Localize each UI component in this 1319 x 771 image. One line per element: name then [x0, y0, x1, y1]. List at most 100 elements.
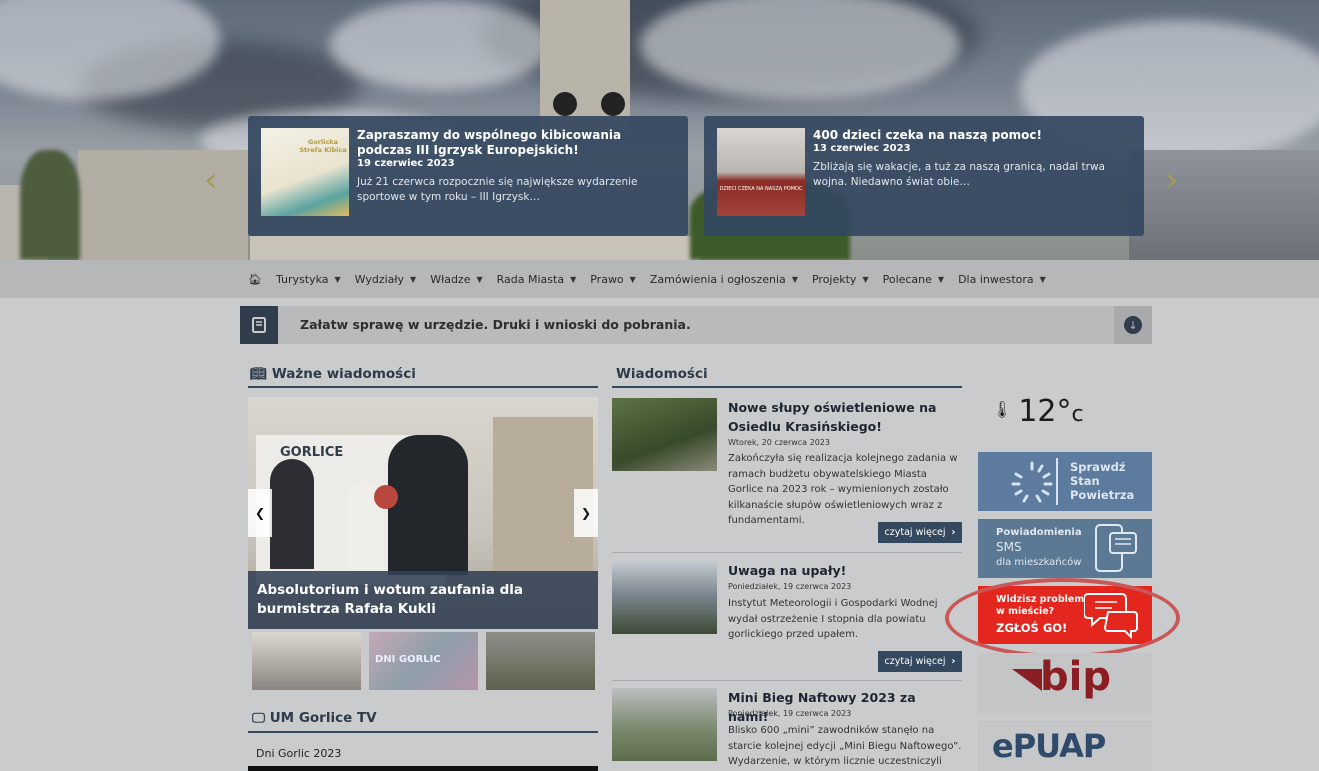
news-item[interactable]: Nowe słupy oświetleniowe na Osiedlu Kras…: [612, 398, 962, 546]
chevron-down-icon: ▼: [937, 274, 945, 284]
banner-text: GORLICE: [280, 445, 344, 460]
important-news-heading-text: Ważne wiadomości: [271, 366, 416, 382]
temperature-unit: c: [1071, 402, 1084, 427]
slider-thumbnail[interactable]: DNI GORLIC: [369, 632, 478, 690]
nav-item-zamowienia[interactable]: Zamówienia i ogłoszenia ▼: [650, 273, 798, 286]
book-icon: 📖︎: [250, 366, 268, 382]
nav-item-wladze[interactable]: Władze ▼: [430, 273, 482, 286]
epuap-logo-text: ePUAP: [992, 727, 1106, 765]
air-quality-banner[interactable]: Sprawdź Stan Powietrza: [978, 452, 1152, 511]
sms-label-2: SMS: [996, 540, 1022, 554]
nav-item-projekty[interactable]: Projekty ▼: [812, 273, 869, 286]
read-more-label: czytaj więcej: [884, 656, 946, 667]
download-forms-bar[interactable]: Załatw sprawę w urzędzie. Druki i wniosk…: [240, 306, 1152, 344]
nav-item-dla-inwestora[interactable]: Dla inwestora ▼: [958, 273, 1046, 286]
epuap-banner[interactable]: ePUAP: [978, 721, 1152, 771]
tv-heading: 🖵︎ UM Gorlice TV: [252, 710, 377, 726]
highlight-circle: [945, 578, 1180, 658]
news-item[interactable]: Mini Bieg Naftowy 2023 za nami! Poniedzi…: [612, 688, 962, 771]
book-icon: [240, 306, 278, 344]
news-excerpt: Instytut Meteorologii i Gospodarki Wodne…: [728, 598, 938, 640]
news-title[interactable]: Mini Bieg Naftowy 2023 za nami!: [728, 688, 960, 726]
slider-next-button[interactable]: ❯: [574, 489, 598, 537]
divider: [1056, 458, 1058, 505]
read-more-button[interactable]: czytaj więcej ›: [878, 522, 962, 543]
home-icon[interactable]: 🏠︎: [248, 273, 262, 286]
tv-icon: 🖵︎: [252, 710, 266, 726]
nav-item-polecane[interactable]: Polecane ▼: [883, 273, 944, 286]
nav-item-label: Dla inwestora: [958, 272, 1034, 286]
flowers: [374, 485, 398, 509]
weather-widget: 🌡︎ 12° c: [992, 394, 1084, 429]
person: [270, 459, 314, 569]
slide-thumbnail-title: DZIECI CZEKA NA NASZĄ POMOC: [719, 186, 803, 192]
hero-slider: ‹ › Gorlicka Strefa Kibica Zapraszamy do…: [0, 0, 1319, 260]
next-arrow-icon[interactable]: ›: [1165, 160, 1179, 200]
slide-thumbnail: Gorlicka Strefa Kibica: [261, 128, 349, 216]
slider-thumbnail-label: DNI GORLIC: [375, 654, 441, 665]
news-thumbnail[interactable]: [612, 398, 717, 471]
news-title[interactable]: Uwaga na upały!: [728, 561, 960, 580]
news-thumbnail[interactable]: [612, 688, 717, 761]
slide-excerpt: Już 21 czerwca rozpocznie się największe…: [357, 176, 638, 203]
bip-banner[interactable]: bip: [978, 653, 1152, 713]
slider-thumbnails: DNI GORLIC: [252, 632, 595, 690]
main-navigation: 🏠︎ Turystyka ▼ Wydziały ▼ Władze ▼ Rada Mia…: [0, 260, 1319, 298]
nav-item-label: Polecane: [882, 272, 932, 286]
news-title[interactable]: Nowe słupy oświetleniowe na Osiedlu Kras…: [728, 398, 960, 436]
sms-notifications-banner[interactable]: Powiadomienia SMS dla mieszkańców: [978, 519, 1152, 578]
slider-thumbnail[interactable]: [486, 632, 595, 690]
nav-item-rada-miasta[interactable]: Rada Miasta ▼: [497, 273, 577, 286]
sms-label-3: dla mieszkańców: [996, 557, 1082, 568]
news-excerpt: Zakończyła się realizacja kolejnego zada…: [728, 453, 958, 526]
nav-item-wydzialy[interactable]: Wydziały ▼: [355, 273, 417, 286]
slider-thumbnail[interactable]: [252, 632, 361, 690]
hero-slide-card[interactable]: Gorlicka Strefa Kibica Zapraszamy do wsp…: [248, 116, 688, 236]
news-thumbnail[interactable]: [612, 561, 717, 634]
thermometer-icon: 🌡︎: [992, 400, 1013, 419]
news-date: Poniedziałek, 19 czerwca 2023: [728, 709, 852, 718]
important-news-slider[interactable]: GORLICE ❮ ❯ Absolutorium i wotum zaufani…: [248, 397, 598, 629]
chevron-down-icon: ▼: [862, 274, 869, 284]
chevron-down-icon: ▼: [410, 274, 417, 284]
slide-caption: Absolutorium i wotum zaufania dla burmis…: [248, 571, 598, 629]
slide-excerpt: Zbliżają się wakacje, a tuż za naszą gra…: [813, 161, 1105, 188]
tv-video-title[interactable]: Dni Gorlic 2023: [256, 747, 341, 760]
clock-icon: [553, 92, 577, 116]
bip-logo-text: bip: [1040, 654, 1111, 700]
arrow-down-circle-icon: ↓: [1124, 316, 1142, 334]
read-more-label: czytaj więcej: [884, 527, 946, 538]
slide-date: 19 czerwiec 2023: [357, 158, 455, 169]
nav-item-label: Turystyka: [275, 272, 329, 286]
download-bar-text[interactable]: Załatw sprawę w urzędzie. Druki i wniosk…: [300, 317, 691, 332]
divider: [248, 386, 598, 388]
read-more-button[interactable]: czytaj więcej ›: [878, 651, 962, 672]
slide-title[interactable]: Zapraszamy do wspólnego kibicowania podc…: [357, 128, 677, 158]
news-divider: [612, 680, 962, 681]
air-quality-label: Sprawdź Stan Powietrza: [1070, 460, 1135, 502]
news-date: Poniedziałek, 19 czerwca 2023: [728, 582, 852, 591]
download-toggle[interactable]: ↓: [1114, 306, 1152, 344]
nav-item-prawo[interactable]: Prawo ▼: [590, 273, 636, 286]
chevron-down-icon: ▼: [1039, 274, 1046, 284]
bip-logo-icon: [1012, 669, 1042, 691]
slide-thumbnail: DZIECI CZEKA NA NASZĄ POMOC: [717, 128, 805, 216]
slider-prev-button[interactable]: ❮: [248, 489, 272, 537]
chevron-down-icon: ▼: [791, 274, 798, 284]
slide-caption-title[interactable]: Absolutorium i wotum zaufania dla burmis…: [257, 581, 587, 619]
important-news-heading: 📖︎ Ważne wiadomości: [250, 366, 416, 382]
phone-icon: [1095, 524, 1137, 572]
nav-item-label: Rada Miasta: [496, 272, 565, 286]
tv-heading-text: UM Gorlice TV: [269, 710, 377, 726]
prev-arrow-icon[interactable]: ‹: [204, 160, 218, 200]
nav-item-turystyka[interactable]: Turystyka ▼: [276, 273, 341, 286]
tv-video-player[interactable]: [248, 766, 598, 771]
chevron-right-icon: ›: [951, 527, 956, 538]
nav-item-label: Zamówienia i ogłoszenia: [649, 272, 786, 286]
hero-slide-card[interactable]: DZIECI CZEKA NA NASZĄ POMOC 400 dzieci c…: [704, 116, 1144, 236]
nav-item-label: Prawo: [590, 272, 624, 286]
news-date: Wtorek, 20 czerwca 2023: [728, 438, 830, 447]
news-item[interactable]: Uwaga na upały! Poniedziałek, 19 czerwca…: [612, 561, 962, 676]
slide-title[interactable]: 400 dzieci czeka na naszą pomoc!: [813, 128, 1133, 143]
divider: [248, 731, 598, 733]
